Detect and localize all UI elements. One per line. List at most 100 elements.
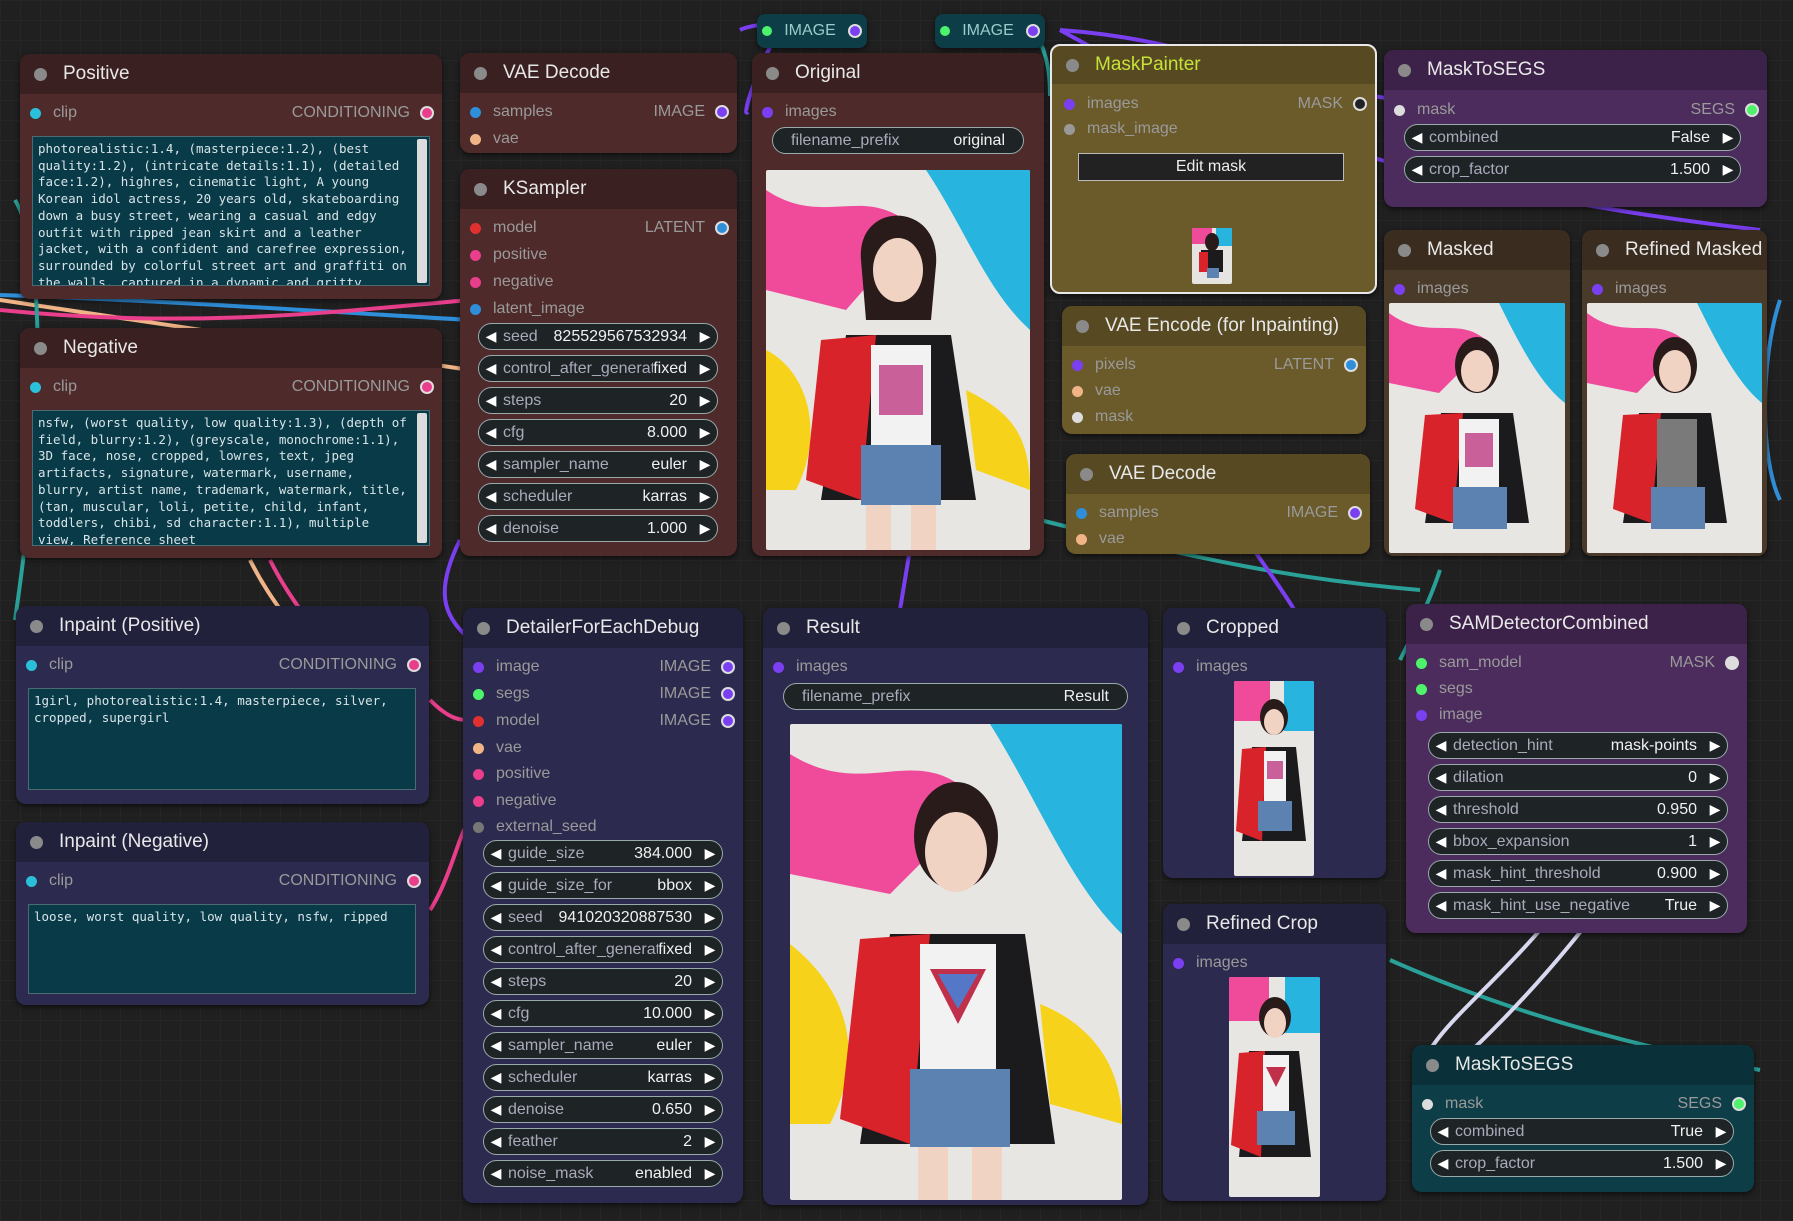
increment-arrow-icon[interactable]: ▶ [1703, 833, 1727, 850]
decrement-arrow-icon[interactable]: ◀ [479, 424, 503, 441]
collapse-dot[interactable] [1420, 617, 1433, 631]
detection-hint-widget[interactable]: ◀ detection_hint mask-points ▶ [1428, 732, 1728, 759]
conditioning-output[interactable]: CONDITIONING [279, 872, 421, 890]
collapse-dot[interactable] [1076, 319, 1089, 333]
reroute-input-dot[interactable] [762, 26, 773, 36]
node-header[interactable]: MaskToSEGS [1384, 50, 1767, 90]
segs-input[interactable]: segs [473, 685, 530, 703]
increment-arrow-icon[interactable]: ▶ [698, 909, 722, 926]
decrement-arrow-icon[interactable]: ◀ [484, 973, 508, 990]
cropped-image[interactable] [1234, 681, 1314, 876]
node-header[interactable]: MaskPainter [1052, 46, 1375, 84]
cropped-image-output[interactable]: IMAGE [659, 685, 735, 703]
control-after-generate-widget[interactable]: ◀ control_after_generate fixed ▶ [483, 936, 723, 963]
sam-model-input[interactable]: sam_model [1416, 654, 1522, 672]
node-header[interactable]: Masked [1384, 230, 1570, 270]
guide-size-widget[interactable]: ◀ guide_size 384.000 ▶ [483, 840, 723, 867]
seed-widget[interactable]: ◀ seed 825529567532934 ▶ [478, 323, 718, 350]
prompt-textarea[interactable]: photorealistic:1.4, (masterpiece:1.2), (… [32, 136, 430, 286]
increment-arrow-icon[interactable]: ▶ [1709, 1123, 1733, 1140]
collapse-dot[interactable] [30, 835, 43, 849]
refined-masked-image[interactable] [1587, 303, 1762, 553]
masktosegs-node-bottom[interactable]: MaskToSEGS mask SEGS ◀ combined True ▶ ◀ cro… [1412, 1045, 1754, 1192]
negative-input[interactable]: negative [470, 273, 554, 291]
sampler-name-widget[interactable]: ◀ sampler_name euler ▶ [483, 1032, 723, 1059]
images-input[interactable]: images [1064, 95, 1139, 113]
seed-widget[interactable]: ◀ seed 941020320887530 ▶ [483, 904, 723, 931]
external-seed-input[interactable]: external_seed [473, 818, 597, 836]
collapse-dot[interactable] [1177, 621, 1190, 635]
collapse-dot[interactable] [777, 621, 790, 635]
decrement-arrow-icon[interactable]: ◀ [1429, 897, 1453, 914]
node-header[interactable]: Result [763, 608, 1148, 648]
clip-input[interactable]: clip [26, 872, 73, 890]
collapse-dot[interactable] [1177, 917, 1190, 931]
node-header[interactable]: Cropped [1163, 608, 1386, 648]
prompt-textarea[interactable]: nsfw, (worst quality, low quality:1.3), … [32, 410, 430, 546]
textarea-scrollbar[interactable] [417, 413, 427, 543]
crop-factor-widget[interactable]: ◀ crop_factor 1.500 ▶ [1430, 1150, 1734, 1177]
node-header[interactable]: Refined Crop [1163, 904, 1386, 944]
decrement-arrow-icon[interactable]: ◀ [484, 941, 508, 958]
cfg-widget[interactable]: ◀ cfg 10.000 ▶ [483, 1000, 723, 1027]
increment-arrow-icon[interactable]: ▶ [698, 1069, 722, 1086]
increment-arrow-icon[interactable]: ▶ [698, 877, 722, 894]
prompt-textarea[interactable]: 1girl, photorealistic:1.4, masterpiece, … [28, 688, 416, 790]
vae-input[interactable]: vae [473, 739, 522, 757]
increment-arrow-icon[interactable]: ▶ [1703, 865, 1727, 882]
decrement-arrow-icon[interactable]: ◀ [484, 877, 508, 894]
detailer-for-each-debug-node[interactable]: DetailerForEachDebug image segs model va… [463, 608, 743, 1203]
refined-crop-preview-node[interactable]: Refined Crop images [1163, 904, 1386, 1201]
increment-arrow-icon[interactable]: ▶ [698, 1165, 722, 1182]
conditioning-output[interactable]: CONDITIONING [279, 656, 421, 674]
increment-arrow-icon[interactable]: ▶ [1716, 161, 1740, 178]
decrement-arrow-icon[interactable]: ◀ [484, 1133, 508, 1150]
clip-input[interactable]: clip [30, 104, 77, 122]
increment-arrow-icon[interactable]: ▶ [698, 845, 722, 862]
mask-input[interactable]: mask [1394, 101, 1455, 119]
decrement-arrow-icon[interactable]: ◀ [1431, 1123, 1455, 1140]
increment-arrow-icon[interactable]: ▶ [698, 1101, 722, 1118]
increment-arrow-icon[interactable]: ▶ [1703, 769, 1727, 786]
increment-arrow-icon[interactable]: ▶ [1709, 1155, 1733, 1172]
node-header[interactable]: Inpaint (Negative) [16, 822, 429, 862]
decrement-arrow-icon[interactable]: ◀ [479, 392, 503, 409]
bbox-expansion-widget[interactable]: ◀ bbox_expansion 1 ▶ [1428, 828, 1728, 855]
edit-mask-button[interactable]: Edit mask [1078, 153, 1344, 181]
combined-widget[interactable]: ◀ combined True ▶ [1430, 1118, 1734, 1145]
positive-prompt-node[interactable]: Positive clip CONDITIONING photorealisti… [20, 54, 442, 299]
denoise-widget[interactable]: ◀ denoise 1.000 ▶ [478, 515, 718, 542]
mask-input[interactable]: mask [1422, 1095, 1483, 1113]
latent-image-input[interactable]: latent_image [470, 300, 585, 318]
model-input[interactable]: model [473, 712, 540, 730]
decrement-arrow-icon[interactable]: ◀ [484, 1037, 508, 1054]
reroute-node-right[interactable]: IMAGE [935, 14, 1045, 48]
decrement-arrow-icon[interactable]: ◀ [1405, 129, 1429, 146]
feather-widget[interactable]: ◀ feather 2 ▶ [483, 1128, 723, 1155]
sampler-name-widget[interactable]: ◀ sampler_name euler ▶ [478, 451, 718, 478]
images-input[interactable]: images [1173, 954, 1248, 972]
model-input[interactable]: model [470, 219, 537, 237]
samples-input[interactable]: samples [1076, 504, 1159, 522]
reroute-output-dot[interactable] [847, 24, 862, 38]
decrement-arrow-icon[interactable]: ◀ [479, 328, 503, 345]
increment-arrow-icon[interactable]: ▶ [1703, 737, 1727, 754]
decrement-arrow-icon[interactable]: ◀ [479, 360, 503, 377]
masked-preview-node[interactable]: Masked images [1384, 230, 1570, 556]
cfg-widget[interactable]: ◀ cfg 8.000 ▶ [478, 419, 718, 446]
vae-input[interactable]: vae [470, 130, 519, 148]
scheduler-widget[interactable]: ◀ scheduler karras ▶ [483, 1064, 723, 1091]
increment-arrow-icon[interactable]: ▶ [693, 520, 717, 537]
clip-input[interactable]: clip [26, 656, 73, 674]
negative-input[interactable]: negative [473, 792, 557, 810]
increment-arrow-icon[interactable]: ▶ [698, 973, 722, 990]
increment-arrow-icon[interactable]: ▶ [693, 328, 717, 345]
node-header[interactable]: Refined Masked [1582, 230, 1767, 270]
samples-input[interactable]: samples [470, 103, 553, 121]
latent-output[interactable]: LATENT [645, 219, 729, 237]
positive-input[interactable]: positive [473, 765, 550, 783]
steps-widget[interactable]: ◀ steps 20 ▶ [483, 968, 723, 995]
node-header[interactable]: DetailerForEachDebug [463, 608, 743, 648]
ksampler-node[interactable]: KSampler model positive negative latent_… [460, 169, 737, 556]
vae-decode-node[interactable]: VAE Decode samples vae IMAGE [460, 53, 737, 153]
